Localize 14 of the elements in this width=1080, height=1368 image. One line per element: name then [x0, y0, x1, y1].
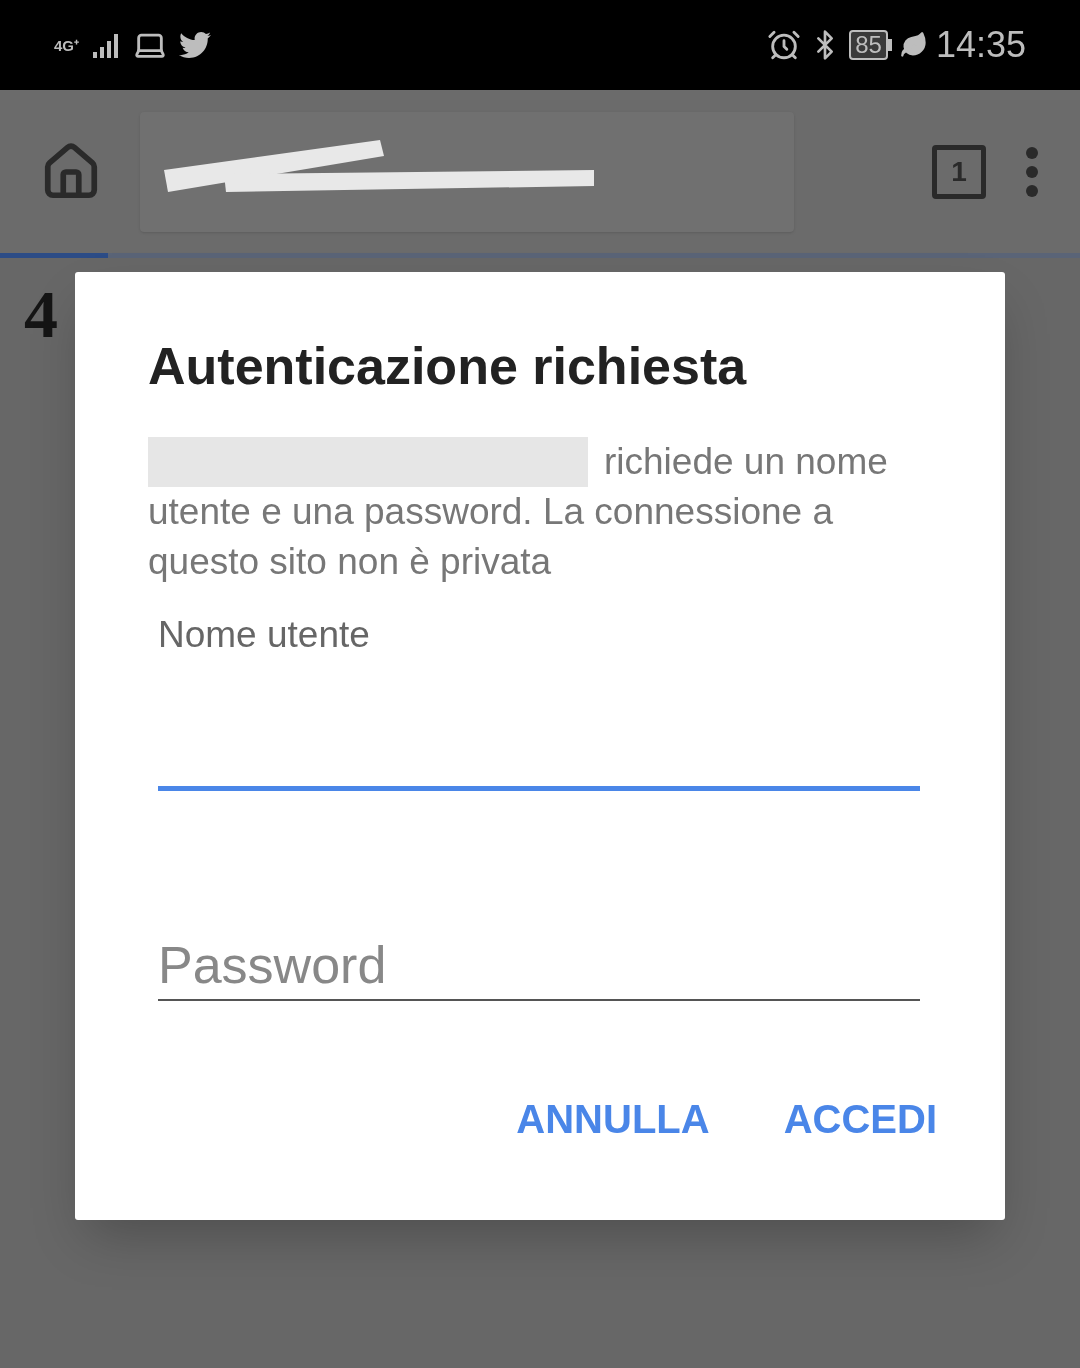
bird-icon — [179, 29, 211, 61]
password-field[interactable]: Password — [158, 930, 920, 1001]
page-heading: 4 — [24, 280, 58, 348]
leaf-icon — [899, 31, 928, 59]
network-label: 4G⁺ — [54, 37, 79, 53]
cancel-button[interactable]: ANNULLA — [516, 1088, 710, 1149]
alarm-icon — [767, 28, 802, 62]
clock-time: 14:35 — [935, 23, 1026, 67]
dialog-title: Autenticazione richiesta — [148, 336, 748, 397]
battery-indicator: 85 — [849, 30, 892, 60]
tab-count-button[interactable]: 1 — [932, 144, 986, 199]
more-menu-icon[interactable] — [1024, 145, 1040, 198]
login-button[interactable]: ACCEDI — [783, 1088, 937, 1149]
field-label: Nome utente — [158, 613, 371, 657]
